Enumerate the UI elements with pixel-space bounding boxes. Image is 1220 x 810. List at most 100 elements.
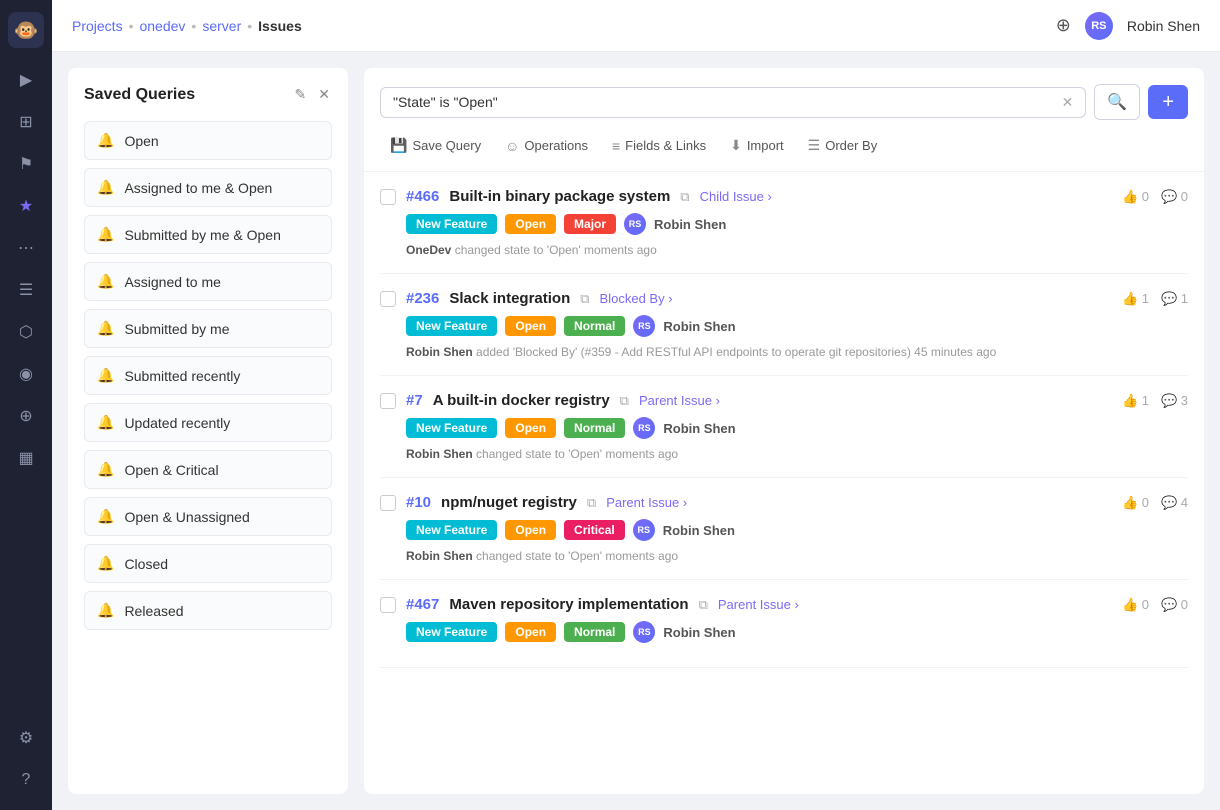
issue-title[interactable]: Slack integration <box>449 290 570 307</box>
nav-packages-icon[interactable]: ☰ <box>8 272 44 308</box>
query-item[interactable]: 🔔Submitted recently <box>84 356 332 395</box>
nav-starred-icon[interactable]: ★ <box>8 188 44 224</box>
order-by-button[interactable]: ☰ Order By <box>798 132 888 159</box>
copy-icon[interactable]: ⧉ <box>620 393 629 409</box>
query-label: Open <box>124 133 158 149</box>
copy-icon[interactable]: ⧉ <box>699 597 708 613</box>
breadcrumb-server[interactable]: server <box>202 18 241 34</box>
issue-checkbox[interactable] <box>380 393 396 409</box>
issue-title[interactable]: Maven repository implementation <box>449 596 688 613</box>
issue-user: Robin Shen <box>654 217 726 232</box>
copy-icon[interactable]: ⧉ <box>587 495 596 511</box>
issue-id[interactable]: #466 <box>406 188 439 205</box>
search-button[interactable]: 🔍 <box>1094 84 1140 120</box>
issue-header: #466 Built-in binary package system ⧉ Ch… <box>380 188 1188 205</box>
nav-tags-icon[interactable]: ◉ <box>8 356 44 392</box>
tag: Critical <box>564 520 625 540</box>
issue-id[interactable]: #467 <box>406 596 439 613</box>
nav-branches-icon[interactable]: ⊕ <box>8 398 44 434</box>
query-item[interactable]: 🔔Submitted by me <box>84 309 332 348</box>
issue-link[interactable]: Child Issue › <box>700 189 772 204</box>
tag: Normal <box>564 622 625 642</box>
query-item[interactable]: 🔔Closed <box>84 544 332 583</box>
bell-icon: 🔔 <box>97 320 114 337</box>
github-icon[interactable]: ⊕ <box>1056 15 1071 36</box>
issue-checkbox[interactable] <box>380 597 396 613</box>
issue-link[interactable]: Parent Issue › <box>718 597 799 612</box>
issue-title[interactable]: Built-in binary package system <box>449 188 670 205</box>
import-label: Import <box>747 138 784 153</box>
search-clear-icon[interactable]: ✕ <box>1062 94 1074 111</box>
add-issue-button[interactable]: + <box>1148 85 1188 119</box>
nav-help-icon[interactable]: ? <box>8 762 44 798</box>
activity-actor: Robin Shen <box>406 345 473 359</box>
search-input[interactable] <box>393 94 1054 110</box>
activity-text: added 'Blocked By' (#359 - Add RESTful A… <box>476 345 996 359</box>
query-item[interactable]: 🔔Open & Critical <box>84 450 332 489</box>
issue-title[interactable]: A built-in docker registry <box>433 392 610 409</box>
query-item[interactable]: 🔔 Assigned to me & Open <box>84 168 332 207</box>
copy-icon[interactable]: ⧉ <box>680 189 689 205</box>
operations-icon: ☺ <box>505 138 519 154</box>
issue-id[interactable]: #236 <box>406 290 439 307</box>
edit-queries-button[interactable]: ✎ <box>293 84 309 105</box>
toolbar: 💾 Save Query ☺ Operations ≡ Fields & Lin… <box>364 120 1204 172</box>
breadcrumb-onedev[interactable]: onedev <box>139 18 185 34</box>
fields-links-button[interactable]: ≡ Fields & Links <box>602 133 716 159</box>
bell-icon: 🔔 <box>97 132 114 149</box>
import-button[interactable]: ⬇ Import <box>720 132 794 159</box>
fields-links-icon: ≡ <box>612 138 620 154</box>
nav-expand-icon[interactable]: ▶ <box>8 62 44 98</box>
query-item[interactable]: 🔔Assigned to me <box>84 262 332 301</box>
issue-link[interactable]: Parent Issue › <box>639 393 720 408</box>
table-row: #10 npm/nuget registry ⧉ Parent Issue › … <box>380 478 1188 580</box>
bell-icon: 🔔 <box>97 273 114 290</box>
bell-icon: 🔔 <box>97 179 114 196</box>
nav-settings-icon[interactable]: ⚙ <box>8 720 44 756</box>
issue-user: Robin Shen <box>663 421 735 436</box>
issue-votes: 👍 0 💬 0 <box>1122 597 1188 613</box>
issue-link[interactable]: Blocked By › <box>600 291 673 306</box>
issue-id[interactable]: #7 <box>406 392 423 409</box>
left-nav: 🐵 ▶ ⊞ ⚑ ★ ⋯ ☰ ⬡ ◉ ⊕ ▦ ⚙ ? <box>0 0 52 810</box>
table-row: #7 A built-in docker registry ⧉ Parent I… <box>380 376 1188 478</box>
operations-label: Operations <box>524 138 588 153</box>
issue-title[interactable]: npm/nuget registry <box>441 494 577 511</box>
header-right: ⊕ RS Robin Shen <box>1056 12 1200 40</box>
issue-checkbox[interactable] <box>380 291 396 307</box>
app-logo[interactable]: 🐵 <box>8 12 44 48</box>
tag: Normal <box>564 316 625 336</box>
avatar: RS <box>633 315 655 337</box>
tag: Open <box>505 316 556 336</box>
query-item[interactable]: 🔔 Open <box>84 121 332 160</box>
query-item[interactable]: 🔔Updated recently <box>84 403 332 442</box>
nav-issues-icon[interactable]: ⚑ <box>8 146 44 182</box>
search-bar: ✕ 🔍 + <box>364 68 1204 120</box>
save-query-button[interactable]: 💾 Save Query <box>380 132 491 159</box>
issue-checkbox[interactable] <box>380 495 396 511</box>
nav-dashboard-icon[interactable]: ⊞ <box>8 104 44 140</box>
fields-links-label: Fields & Links <box>625 138 706 153</box>
operations-button[interactable]: ☺ Operations <box>495 133 598 159</box>
close-queries-button[interactable]: ✕ <box>316 84 332 105</box>
nav-ci-icon[interactable]: ⋯ <box>8 230 44 266</box>
table-row: #466 Built-in binary package system ⧉ Ch… <box>380 172 1188 274</box>
query-item[interactable]: 🔔Submitted by me & Open <box>84 215 332 254</box>
copy-icon[interactable]: ⧉ <box>580 291 589 307</box>
saved-queries-actions: ✎ ✕ <box>293 84 332 105</box>
breadcrumb-projects[interactable]: Projects <box>72 18 123 34</box>
order-by-icon: ☰ <box>808 137 821 154</box>
bell-icon: 🔔 <box>97 226 114 243</box>
issue-id[interactable]: #10 <box>406 494 431 511</box>
issue-checkbox[interactable] <box>380 189 396 205</box>
query-label: Assigned to me & Open <box>124 180 272 196</box>
query-item[interactable]: 🔔Released <box>84 591 332 630</box>
query-label: Updated recently <box>124 415 230 431</box>
issue-link[interactable]: Parent Issue › <box>606 495 687 510</box>
nav-git-icon[interactable]: ⬡ <box>8 314 44 350</box>
bell-icon: 🔔 <box>97 367 114 384</box>
table-row: #236 Slack integration ⧉ Blocked By › 👍 … <box>380 274 1188 376</box>
query-label: Closed <box>124 556 168 572</box>
query-item[interactable]: 🔔Open & Unassigned <box>84 497 332 536</box>
nav-boards-icon[interactable]: ▦ <box>8 440 44 476</box>
